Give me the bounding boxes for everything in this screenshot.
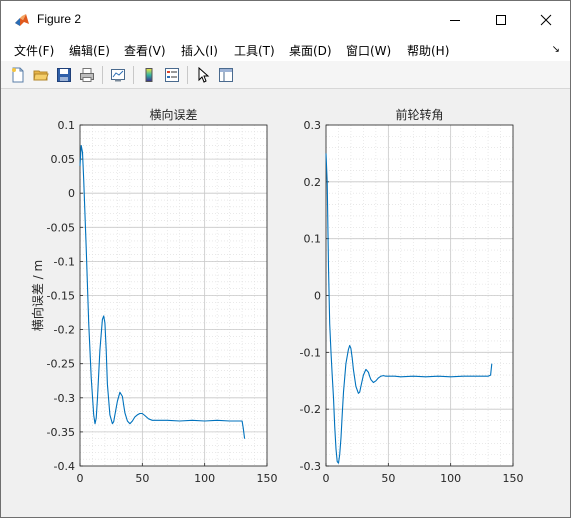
menu-view[interactable]: 查看(V) (124, 42, 166, 59)
left-x-tick-label: 0 (77, 472, 84, 485)
right-y-tick-label: 0.2 (304, 176, 322, 189)
right-axes: 0 50 100 150 0.3 0.2 0.1 0 -0.1 -0.2 -0.3 前轮转角 (300, 107, 524, 485)
maximize-icon (496, 15, 506, 25)
figure-window: Figure 2 文件(F) 编辑(E) 查看(V) 插入(I) 工具(T) 桌… (0, 0, 571, 518)
menu-bar: 文件(F) 编辑(E) 查看(V) 插入(I) 工具(T) 桌面(D) 窗口(W… (1, 39, 570, 61)
left-x-tick-label: 50 (135, 472, 149, 485)
save-button[interactable] (54, 65, 74, 85)
menu-insert[interactable]: 插入(I) (181, 42, 218, 59)
left-y-tick-label: -0.35 (47, 426, 75, 439)
menu-tools[interactable]: 工具(T) (234, 42, 275, 59)
minimize-icon (450, 20, 460, 21)
print-icon (80, 68, 94, 82)
close-icon (540, 14, 552, 26)
right-chart-title: 前轮转角 (395, 107, 443, 122)
legend-button[interactable] (162, 65, 182, 85)
link-plot-icon (111, 69, 125, 82)
title-bar[interactable]: Figure 2 (1, 1, 570, 39)
menu-file[interactable]: 文件(F) (14, 42, 54, 59)
menu-desktop[interactable]: 桌面(D) (289, 42, 332, 59)
colorbar-button[interactable] (139, 65, 159, 85)
matlab-icon (15, 14, 29, 26)
right-y-tick-label: 0 (314, 290, 321, 303)
toolbar (1, 61, 570, 89)
toolbar-separator (187, 66, 188, 84)
left-y-tick-label: -0.05 (47, 221, 75, 234)
legend-icon (165, 68, 179, 82)
left-y-tick-label: 0 (68, 187, 75, 200)
new-figure-button[interactable] (8, 65, 28, 85)
pointer-button[interactable] (193, 65, 213, 85)
pointer-icon (198, 67, 210, 83)
menu-help[interactable]: 帮助(H) (407, 42, 449, 59)
left-y-tick-label: 0.05 (51, 153, 76, 166)
open-folder-icon (33, 70, 49, 81)
right-y-tick-label: -0.1 (300, 346, 321, 359)
property-editor-button[interactable] (216, 65, 236, 85)
left-y-tick-label: -0.4 (54, 460, 75, 473)
figure-canvas[interactable]: 0 50 100 150 0.1 0.05 0 -0.05 -0.1 -0.15 -0.2 -0.25… (1, 90, 570, 517)
toolbar-separator (102, 66, 103, 84)
colorbar-icon (145, 68, 153, 82)
toolbar-separator (133, 66, 134, 84)
left-y-axis-label: 横向误差 / m (30, 260, 45, 331)
print-button[interactable] (77, 65, 97, 85)
plot-canvas: 0 50 100 1500.10.050-0.05-0.1-0.15-0.2-0.25… (30, 107, 524, 485)
right-x-tick-label: 0 (323, 472, 330, 485)
right-y-tick-label: -0.2 (300, 403, 321, 416)
right-x-tick-label: 100 (440, 472, 461, 485)
left-y-tick-label: -0.2 (54, 324, 75, 337)
save-icon (57, 68, 71, 82)
left-y-tick-label: 0.1 (58, 119, 76, 132)
close-button[interactable] (523, 1, 569, 39)
right-x-tick-label: 50 (381, 472, 395, 485)
left-x-tick-label: 150 (257, 472, 278, 485)
menu-window[interactable]: 窗口(W) (346, 42, 391, 59)
menu-edit[interactable]: 编辑(E) (69, 42, 110, 59)
left-y-tick-label: -0.15 (47, 290, 75, 303)
left-y-tick-label: -0.1 (54, 255, 75, 268)
right-y-tick-label: 0.3 (304, 119, 322, 132)
open-folder-button[interactable] (31, 65, 51, 85)
right-y-tick-label: 0.1 (304, 233, 322, 246)
right-x-tick-label: 150 (503, 472, 524, 485)
left-y-tick-label: -0.25 (47, 358, 75, 371)
link-plot-button[interactable] (108, 65, 128, 85)
minimize-button[interactable] (432, 1, 478, 39)
maximize-button[interactable] (478, 1, 524, 39)
window-title: Figure 2 (37, 12, 82, 26)
left-x-tick-label: 100 (194, 472, 215, 485)
left-axes: 0 50 100 150 0.1 0.05 0 -0.05 -0.1 -0.15 -0.2 -0.25… (30, 107, 278, 485)
property-editor-icon (219, 68, 233, 82)
right-y-tick-label: -0.3 (300, 460, 321, 473)
left-y-tick-label: -0.3 (54, 392, 75, 405)
new-figure-icon (12, 67, 24, 83)
dock-arrow-icon[interactable]: ↘ (552, 44, 560, 55)
left-chart-title: 横向误差 (149, 107, 197, 122)
